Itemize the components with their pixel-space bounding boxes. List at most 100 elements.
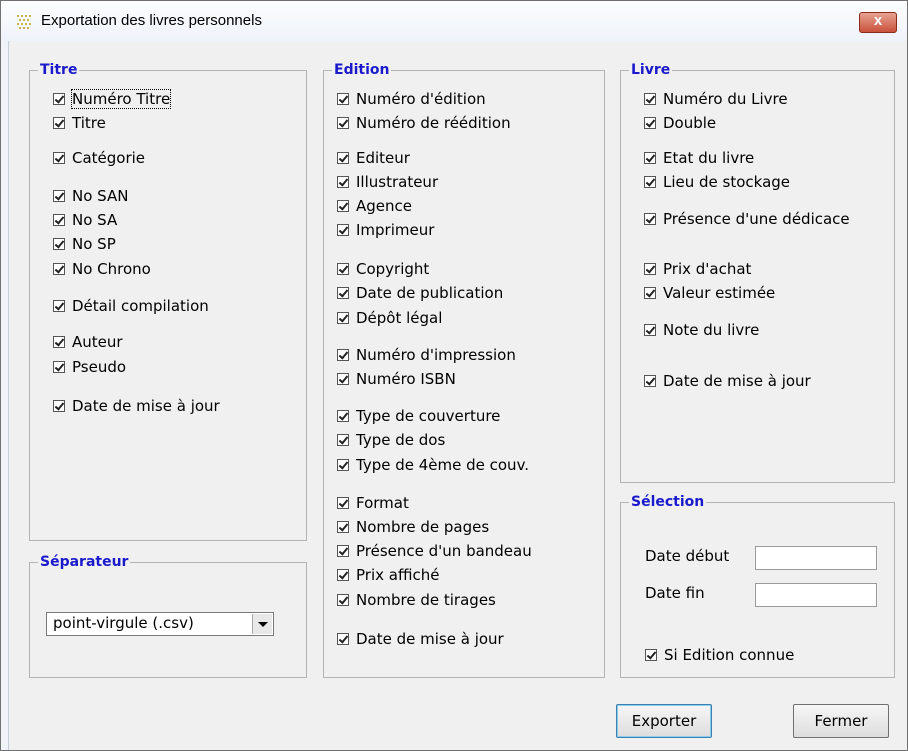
edition-checkbox[interactable]: Numéro d'impression bbox=[337, 345, 516, 365]
edition-checkbox[interactable]: Editeur bbox=[337, 148, 410, 168]
livre-checkbox[interactable]: Double bbox=[644, 113, 716, 133]
export-button[interactable]: Exporter bbox=[616, 704, 712, 738]
checkbox-checked-icon[interactable] bbox=[337, 410, 349, 422]
titre-checkbox[interactable]: Détail compilation bbox=[53, 296, 209, 316]
edition-checkbox[interactable]: Numéro d'édition bbox=[337, 89, 486, 109]
checkbox-checked-icon[interactable] bbox=[53, 263, 65, 275]
close-button[interactable]: Fermer bbox=[793, 704, 889, 738]
checkbox-checked-icon[interactable] bbox=[644, 324, 656, 336]
checkbox-checked-icon[interactable] bbox=[337, 200, 349, 212]
edition-checkbox[interactable]: Date de publication bbox=[337, 283, 503, 303]
edition-checkbox[interactable]: Type de couverture bbox=[337, 406, 500, 426]
checkbox-checked-icon[interactable] bbox=[645, 649, 657, 661]
edition-checkbox[interactable]: Type de 4ème de couv. bbox=[337, 455, 529, 475]
titre-checkbox[interactable]: Titre bbox=[53, 113, 106, 133]
titre-checkbox[interactable]: No SP bbox=[53, 234, 116, 254]
titre-checkbox-label: Détail compilation bbox=[72, 297, 209, 315]
titre-checkbox-label: Titre bbox=[72, 114, 106, 132]
edition-checkbox[interactable]: Agence bbox=[337, 196, 412, 216]
livre-checkbox[interactable]: Lieu de stockage bbox=[644, 172, 790, 192]
date-fin-label: Date fin bbox=[645, 584, 705, 602]
checkbox-checked-icon[interactable] bbox=[337, 117, 349, 129]
livre-checkbox[interactable]: Présence d'une dédicace bbox=[644, 209, 850, 229]
checkbox-checked-icon[interactable] bbox=[337, 176, 349, 188]
livre-checkbox[interactable]: Note du livre bbox=[644, 320, 759, 340]
livre-checkbox[interactable]: Etat du livre bbox=[644, 148, 754, 168]
checkbox-checked-icon[interactable] bbox=[644, 263, 656, 275]
selection-group: Sélection Date début Date fin Si Edition… bbox=[620, 494, 895, 678]
checkbox-checked-icon[interactable] bbox=[53, 238, 65, 250]
date-debut-input[interactable] bbox=[755, 546, 877, 570]
edition-checkbox[interactable]: Prix affiché bbox=[337, 565, 439, 585]
checkbox-checked-icon[interactable] bbox=[337, 594, 349, 606]
checkbox-checked-icon[interactable] bbox=[337, 349, 349, 361]
edition-checkbox[interactable]: Illustrateur bbox=[337, 172, 438, 192]
edition-checkbox[interactable]: Format bbox=[337, 493, 409, 513]
titre-checkbox[interactable]: Date de mise à jour bbox=[53, 396, 220, 416]
titre-legend: Titre bbox=[40, 62, 78, 78]
checkbox-checked-icon[interactable] bbox=[644, 117, 656, 129]
checkbox-checked-icon[interactable] bbox=[644, 93, 656, 105]
checkbox-checked-icon[interactable] bbox=[644, 375, 656, 387]
checkbox-checked-icon[interactable] bbox=[337, 373, 349, 385]
checkbox-checked-icon[interactable] bbox=[337, 312, 349, 324]
edition-checkbox-label: Illustrateur bbox=[356, 173, 439, 191]
checkbox-checked-icon[interactable] bbox=[337, 93, 349, 105]
checkbox-checked-icon[interactable] bbox=[337, 521, 349, 533]
checkbox-checked-icon[interactable] bbox=[337, 287, 349, 299]
titre-checkbox-label: No Chrono bbox=[72, 260, 151, 278]
titre-checkbox[interactable]: Auteur bbox=[53, 332, 123, 352]
edition-checkbox[interactable]: Date de mise à jour bbox=[337, 629, 504, 649]
checkbox-checked-icon[interactable] bbox=[53, 400, 65, 412]
checkbox-checked-icon[interactable] bbox=[53, 336, 65, 348]
edition-checkbox-label: Nombre de tirages bbox=[356, 591, 496, 609]
livre-checkbox[interactable]: Valeur estimée bbox=[644, 283, 775, 303]
checkbox-checked-icon[interactable] bbox=[337, 569, 349, 581]
checkbox-checked-icon[interactable] bbox=[53, 300, 65, 312]
livre-checkbox[interactable]: Prix d'achat bbox=[644, 259, 751, 279]
titre-checkbox[interactable]: Numéro Titre bbox=[53, 89, 172, 109]
checkbox-checked-icon[interactable] bbox=[53, 361, 65, 373]
edition-checkbox[interactable]: Présence d'un bandeau bbox=[337, 541, 532, 561]
livre-checkbox[interactable]: Date de mise à jour bbox=[644, 371, 811, 391]
checkbox-checked-icon[interactable] bbox=[53, 117, 65, 129]
checkbox-checked-icon[interactable] bbox=[337, 545, 349, 557]
titre-checkbox[interactable]: Pseudo bbox=[53, 357, 126, 377]
edition-checkbox[interactable]: Nombre de tirages bbox=[337, 590, 496, 610]
checkbox-checked-icon[interactable] bbox=[53, 93, 65, 105]
chevron-down-icon[interactable] bbox=[252, 614, 272, 634]
titre-checkbox[interactable]: Catégorie bbox=[53, 148, 145, 168]
edition-checkbox[interactable]: Copyright bbox=[337, 259, 429, 279]
separateur-group: Séparateur point-virgule (.csv) bbox=[29, 554, 307, 678]
titre-checkbox[interactable]: No SA bbox=[53, 210, 117, 230]
separator-select[interactable]: point-virgule (.csv) bbox=[46, 612, 274, 636]
edition-checkbox[interactable]: Nombre de pages bbox=[337, 517, 489, 537]
checkbox-checked-icon[interactable] bbox=[644, 152, 656, 164]
checkbox-checked-icon[interactable] bbox=[53, 214, 65, 226]
checkbox-checked-icon[interactable] bbox=[644, 287, 656, 299]
checkbox-checked-icon[interactable] bbox=[337, 633, 349, 645]
edition-checkbox[interactable]: Dépôt légal bbox=[337, 308, 442, 328]
checkbox-checked-icon[interactable] bbox=[337, 224, 349, 236]
checkbox-checked-icon[interactable] bbox=[644, 176, 656, 188]
checkbox-checked-icon[interactable] bbox=[337, 152, 349, 164]
checkbox-checked-icon[interactable] bbox=[53, 152, 65, 164]
edition-checkbox[interactable]: Numéro ISBN bbox=[337, 369, 456, 389]
checkbox-checked-icon[interactable] bbox=[337, 459, 349, 471]
edition-checkbox-label: Numéro ISBN bbox=[356, 370, 456, 388]
si-edition-checkbox[interactable]: Si Edition connue bbox=[645, 645, 794, 665]
livre-checkbox[interactable]: Numéro du Livre bbox=[644, 89, 788, 109]
checkbox-checked-icon[interactable] bbox=[53, 190, 65, 202]
checkbox-checked-icon[interactable] bbox=[644, 213, 656, 225]
checkbox-checked-icon[interactable] bbox=[337, 263, 349, 275]
edition-checkbox[interactable]: Numéro de réédition bbox=[337, 113, 511, 133]
checkbox-checked-icon[interactable] bbox=[337, 434, 349, 446]
close-window-button[interactable]: x bbox=[859, 12, 897, 33]
separateur-legend: Séparateur bbox=[40, 554, 129, 570]
date-fin-input[interactable] bbox=[755, 583, 877, 607]
checkbox-checked-icon[interactable] bbox=[337, 497, 349, 509]
edition-checkbox[interactable]: Imprimeur bbox=[337, 220, 434, 240]
titre-checkbox[interactable]: No SAN bbox=[53, 186, 128, 206]
titre-checkbox[interactable]: No Chrono bbox=[53, 259, 151, 279]
edition-checkbox[interactable]: Type de dos bbox=[337, 430, 445, 450]
